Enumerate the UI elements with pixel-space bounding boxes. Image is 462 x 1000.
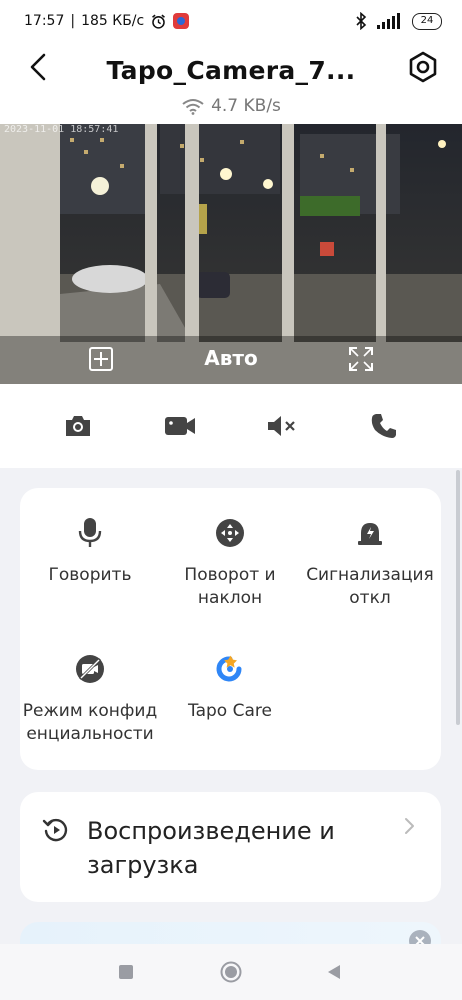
camera-live-view[interactable]: 2023-11-01 18:57:41 Авто [0,124,462,384]
status-separator: | [70,13,76,29]
tapo-care-icon [216,655,242,682]
recent-apps-button[interactable] [114,960,138,984]
siren-icon [358,523,382,545]
video-timestamp: 2023-11-01 18:57:41 [4,124,119,135]
privacy-mode-icon [76,655,104,683]
feature-alarm[interactable]: Сигнализация откл [300,516,440,610]
record-button[interactable] [164,410,196,442]
playback-download-card[interactable]: Воспроизведение и загрузка [20,792,441,902]
app-notification-icon [173,13,190,29]
scrollbar[interactable] [456,470,460,725]
feature-tapo-care[interactable]: Tapo Care [160,652,300,723]
signal-strength-icon [377,13,400,29]
home-button[interactable] [219,960,243,984]
fullscreen-icon [349,347,373,371]
status-bar: 17:57 | 185 КБ/с 24 [0,0,462,42]
video-camera-icon [165,417,195,435]
home-circle-icon [220,961,242,983]
system-nav-bar [0,944,462,1000]
call-button[interactable] [368,410,400,442]
speaker-muted-icon [268,416,295,436]
video-controls: Авто [0,336,462,384]
chevron-right-icon [405,818,414,834]
feature-alarm-label: Сигнализация откл [306,565,434,608]
battery-indicator: 24 [412,12,442,30]
fullscreen-button[interactable] [346,344,376,374]
microphone-icon [78,518,102,547]
mute-button[interactable] [266,410,298,442]
snapshot-button[interactable] [62,410,94,442]
feature-privacy-mode-label: Режим конфид енциальности [22,701,158,744]
feature-pan-tilt[interactable]: Поворот и наклон [160,516,300,610]
app-header: Tapo_Camera_7... 4.7 KB/s [0,42,462,124]
camera-toolbar [0,384,462,468]
history-icon [42,818,68,842]
alarm-clock-icon [152,14,166,29]
wifi-icon [182,99,204,115]
stream-speed: 4.7 KB/s [0,96,462,116]
feature-talk-label: Говорить [48,565,132,585]
page-title: Tapo_Camera_7... [106,56,356,85]
status-network-speed: 185 КБ/с [81,13,145,29]
settings-hexagon-icon[interactable] [406,50,440,84]
feature-talk[interactable]: Говорить [20,516,160,587]
phone-icon [371,414,396,438]
feature-privacy-mode[interactable]: Режим конфид енциальности [20,652,160,746]
square-icon [119,965,133,979]
bluetooth-icon [356,12,367,30]
speed-value: 4.7 KB/s [211,96,281,116]
features-card: Говорить Поворот и наклон Сигнализация о… [20,488,441,770]
status-time: 17:57 [24,13,65,29]
playback-download-label: Воспроизведение и загрузка [87,817,335,879]
system-back-button[interactable] [322,960,346,984]
feature-pan-tilt-label: Поворот и наклон [184,565,276,608]
video-quality-selector[interactable]: Авто [0,346,462,370]
camera-icon [66,416,90,436]
feature-tapo-care-label: Tapo Care [188,701,272,721]
pan-tilt-icon [216,519,244,547]
triangle-back-icon [328,965,340,979]
